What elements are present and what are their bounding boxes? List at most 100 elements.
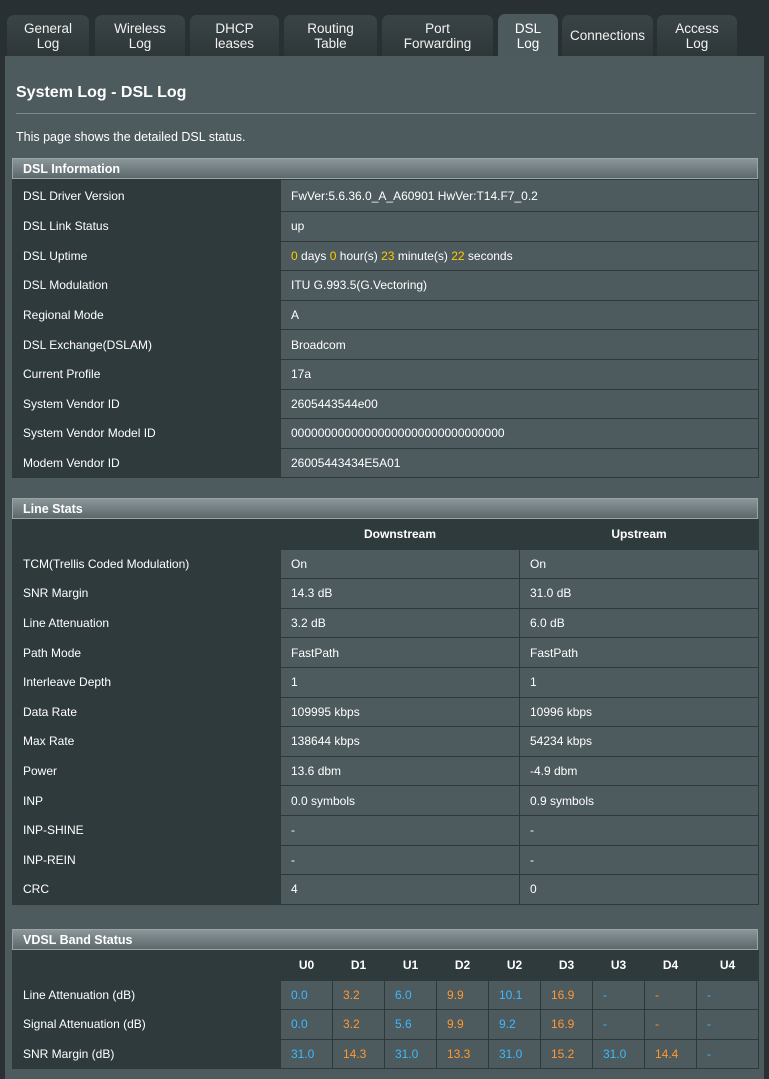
downstream-value: 13.6 dbm	[280, 755, 520, 787]
vdsl-band-status-table: U0 D1 U1 D2 U2 D3 U3 D4 U4 Line Attenuat…	[12, 950, 759, 1070]
row-label: DSL Modulation	[12, 270, 281, 301]
downstream-value: 109995 kbps	[280, 696, 520, 728]
band-value: 31.0	[384, 1038, 437, 1070]
row-label: Path Mode	[12, 637, 281, 668]
tab-bar: General Log Wireless Log DHCP leases Rou…	[0, 0, 769, 57]
row-label: SNR Margin	[12, 578, 281, 609]
row-value: A	[280, 299, 759, 331]
band-header: U1	[384, 950, 437, 981]
upstream-value: 6.0 dB	[519, 607, 759, 639]
vdsl-band-status-header: VDSL Band Status	[12, 929, 758, 950]
row-label: Line Attenuation (dB)	[12, 979, 281, 1011]
tab-label: Access Log	[675, 20, 719, 51]
tab-port-forwarding[interactable]: Port Forwarding	[382, 15, 493, 56]
row-label: Current Profile	[12, 358, 281, 390]
uptime-seconds-unit: seconds	[467, 248, 513, 263]
table-row: DSL Uptime 0 days 0 hour(s) 23 minute(s)…	[12, 240, 759, 272]
table-row: INP 0.0 symbols 0.9 symbols	[12, 785, 759, 816]
downstream-value: FastPath	[280, 637, 520, 668]
table-row: SNR Margin 14.3 dB 31.0 dB	[12, 578, 759, 609]
tab-label: General Log	[23, 20, 73, 51]
band-value: 9.9	[436, 1009, 489, 1040]
table-row: INP-REIN - -	[12, 844, 759, 876]
band-value: 5.6	[384, 1009, 437, 1040]
page-title: System Log - DSL Log	[16, 84, 187, 101]
upstream-value: 31.0 dB	[519, 578, 759, 609]
band-value: 0.0	[280, 1009, 333, 1040]
row-label: Power	[12, 755, 281, 787]
table-row: DSL Link Status up	[12, 211, 759, 242]
band-header: D1	[332, 950, 385, 981]
row-label: DSL Exchange(DSLAM)	[12, 329, 281, 360]
uptime-minutes-unit: minute(s)	[397, 248, 448, 263]
tab-dsl-log[interactable]: DSL Log	[498, 14, 558, 57]
tab-dhcp-leases[interactable]: DHCP leases	[190, 15, 279, 56]
band-value: -	[696, 1038, 759, 1070]
table-row: DSL Driver Version FwVer:5.6.36.0_A_A609…	[12, 179, 759, 212]
tab-routing-table[interactable]: Routing Table	[284, 15, 377, 56]
line-stats-header: Line Stats	[12, 498, 758, 519]
upstream-value: 1	[519, 666, 759, 698]
tab-general-log[interactable]: General Log	[7, 15, 89, 56]
downstream-value: 1	[280, 666, 520, 698]
table-row: System Vendor Model ID 00000000000000000…	[12, 418, 759, 449]
table-row: Path Mode FastPath FastPath	[12, 637, 759, 668]
row-value: 2605443544e00	[280, 388, 759, 420]
uptime-value: 0 days 0 hour(s) 23 minute(s) 22 seconds	[280, 240, 759, 272]
table-header-row: U0 D1 U1 D2 U2 D3 U3 D4 U4	[12, 950, 759, 981]
downstream-value: On	[280, 548, 520, 580]
line-stats-table: Downstream Upstream TCM(Trellis Coded Mo…	[12, 519, 759, 905]
tab-wireless-log[interactable]: Wireless Log	[95, 15, 185, 56]
band-header: U0	[280, 950, 333, 981]
content-panel: System Log - DSL Log This page shows the…	[5, 56, 764, 1079]
table-header-row: Downstream Upstream	[12, 519, 759, 550]
row-label: INP-REIN	[12, 844, 281, 876]
table-row: SNR Margin (dB) 31.0 14.3 31.0 13.3 31.0…	[12, 1038, 759, 1070]
row-label: DSL Link Status	[12, 211, 281, 242]
band-value: -	[644, 1009, 697, 1040]
band-value: 14.4	[644, 1038, 697, 1070]
table-row: Current Profile 17a	[12, 358, 759, 390]
band-header: D3	[540, 950, 593, 981]
band-value: 14.3	[332, 1038, 385, 1070]
table-row: TCM(Trellis Coded Modulation) On On	[12, 548, 759, 580]
upstream-value: 0.9 symbols	[519, 785, 759, 816]
row-label: SNR Margin (dB)	[12, 1038, 281, 1070]
tab-label: Port Forwarding	[403, 20, 472, 51]
row-value: ITU G.993.5(G.Vectoring)	[280, 270, 759, 301]
table-row: Line Attenuation 3.2 dB 6.0 dB	[12, 607, 759, 639]
band-value: -	[592, 979, 645, 1011]
band-value: 13.3	[436, 1038, 489, 1070]
row-label: Modem Vendor ID	[12, 447, 281, 479]
downstream-value: 14.3 dB	[280, 578, 520, 609]
tab-access-log[interactable]: Access Log	[657, 15, 737, 56]
table-row: Line Attenuation (dB) 0.0 3.2 6.0 9.9 10…	[12, 979, 759, 1011]
downstream-value: 138644 kbps	[280, 726, 520, 757]
uptime-days-unit: days	[301, 248, 327, 263]
band-header: D4	[644, 950, 697, 981]
upstream-value: FastPath	[519, 637, 759, 668]
tab-label: Connections	[569, 28, 646, 43]
downstream-value: 3.2 dB	[280, 607, 520, 639]
table-row: Max Rate 138644 kbps 54234 kbps	[12, 726, 759, 757]
uptime-seconds: 22	[451, 248, 465, 263]
row-label: Signal Attenuation (dB)	[12, 1009, 281, 1040]
table-row: Data Rate 109995 kbps 10996 kbps	[12, 696, 759, 728]
uptime-hours-unit: hour(s)	[339, 248, 378, 263]
band-value: 0.0	[280, 979, 333, 1011]
band-header: D2	[436, 950, 489, 981]
table-row: Regional Mode A	[12, 299, 759, 331]
upstream-value: -	[519, 814, 759, 846]
table-row: DSL Modulation ITU G.993.5(G.Vectoring)	[12, 270, 759, 301]
band-header: U4	[696, 950, 759, 981]
row-label: INP	[12, 785, 281, 816]
band-value: 10.1	[488, 979, 541, 1011]
band-value: -	[592, 1009, 645, 1040]
row-label: CRC	[12, 874, 281, 905]
band-header: U2	[488, 950, 541, 981]
row-value: 17a	[280, 358, 759, 390]
row-label: Max Rate	[12, 726, 281, 757]
title-divider	[16, 113, 756, 114]
tab-connections[interactable]: Connections	[562, 15, 653, 56]
column-header-upstream: Upstream	[519, 519, 759, 550]
